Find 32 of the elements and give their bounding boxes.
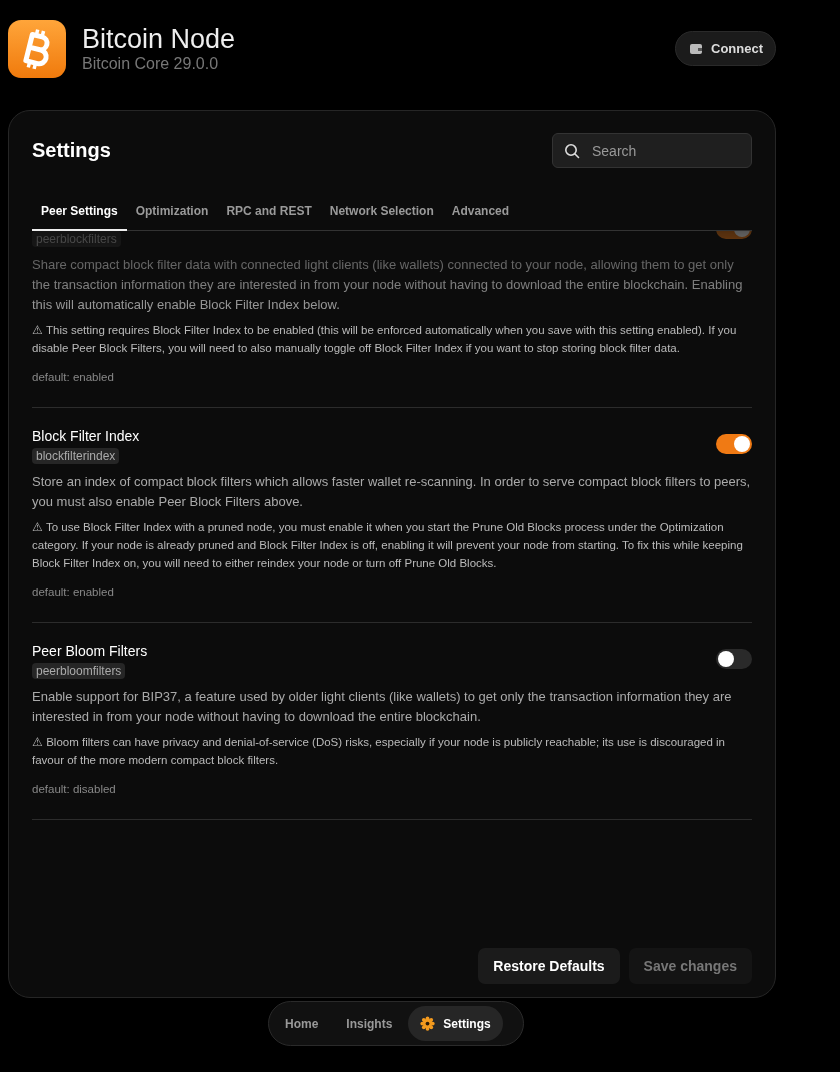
default-value: default: disabled <box>32 783 117 795</box>
search-icon <box>564 143 580 159</box>
toggle-switch[interactable] <box>716 434 752 454</box>
search-field[interactable]: Search <box>552 133 752 168</box>
toggle-switch[interactable] <box>716 649 752 669</box>
app-title: Bitcoin Node <box>82 25 236 55</box>
setting-title: Block Filter Index <box>32 428 140 444</box>
restore-defaults-button[interactable]: Restore Defaults <box>478 948 620 984</box>
setting-description: Store an index of compact block filters which allows faster wallet re-scanning. In order to serve compact block filters to peers, you must also enable Peer Block Filters above. <box>32 473 752 511</box>
settings-tab[interactable]: RPC and REST <box>217 190 321 231</box>
settings-title: Settings <box>32 139 111 162</box>
settings-tab[interactable]: Advanced <box>442 190 519 231</box>
nav-item[interactable]: Home <box>273 1006 331 1041</box>
app-version: Bitcoin Core 29.0.0 <box>82 54 220 73</box>
warning-text: ⚠ To use Block Filter Index with a pruned node, you must enable it when you start the Prune Old Blocks process under the Optimization category. If your node is already pruned and Block Filter Index is off, enabling it will prevent your node from starting. To fix this while keeping Block Filter Index on, you will need to either reindex your node or turn off Prune Old Blocks. <box>32 520 744 571</box>
setting-key: peerbloomfilters <box>32 663 126 679</box>
wallet-icon <box>690 43 702 54</box>
warning-text: ⚠ This setting requires Block Filter Index to be enabled (this will be enforced automatically when you save with this setting enabled). If you disable Peer Block Filters, you will need to also manually toggle off Block Filter Index if you want to stop storing block filter data. <box>32 323 738 356</box>
setting-description: Enable support for BIP37, a feature used by older light clients (like wallets) to get only the transaction information they are interested in from your node without having to download the entire blockchain. <box>32 688 733 726</box>
bitcoin-logo-icon <box>8 20 66 78</box>
nav-item[interactable]: Insights <box>334 1006 405 1041</box>
setting-title: Peer Bloom Filters <box>32 643 148 659</box>
warning-text: ⚠ Bloom filters can have privacy and denial-of-service (DoS) risks, especially if your node is publicly reachable; its use is discouraged in favour of the more modern compact block filters. <box>32 735 726 768</box>
default-value: default: enabled <box>32 586 115 598</box>
setting-key: blockfilterindex <box>32 448 120 464</box>
nav-item[interactable]: Settings <box>408 1006 503 1041</box>
setting-description: Share compact block filter data with connected light clients (like wallets) connected to your node, allowing them to get only the transaction information they are interested in from your node without having to download the entire blockchain. Enabling this will automatically enable Block Filter Index below. <box>32 256 744 314</box>
default-value: default: enabled <box>32 371 115 383</box>
settings-tab[interactable]: Network Selection <box>320 190 443 231</box>
settings-tab[interactable]: Optimization <box>126 190 218 231</box>
gear-icon <box>420 1016 436 1031</box>
connect-button[interactable]: Connect <box>675 31 776 66</box>
